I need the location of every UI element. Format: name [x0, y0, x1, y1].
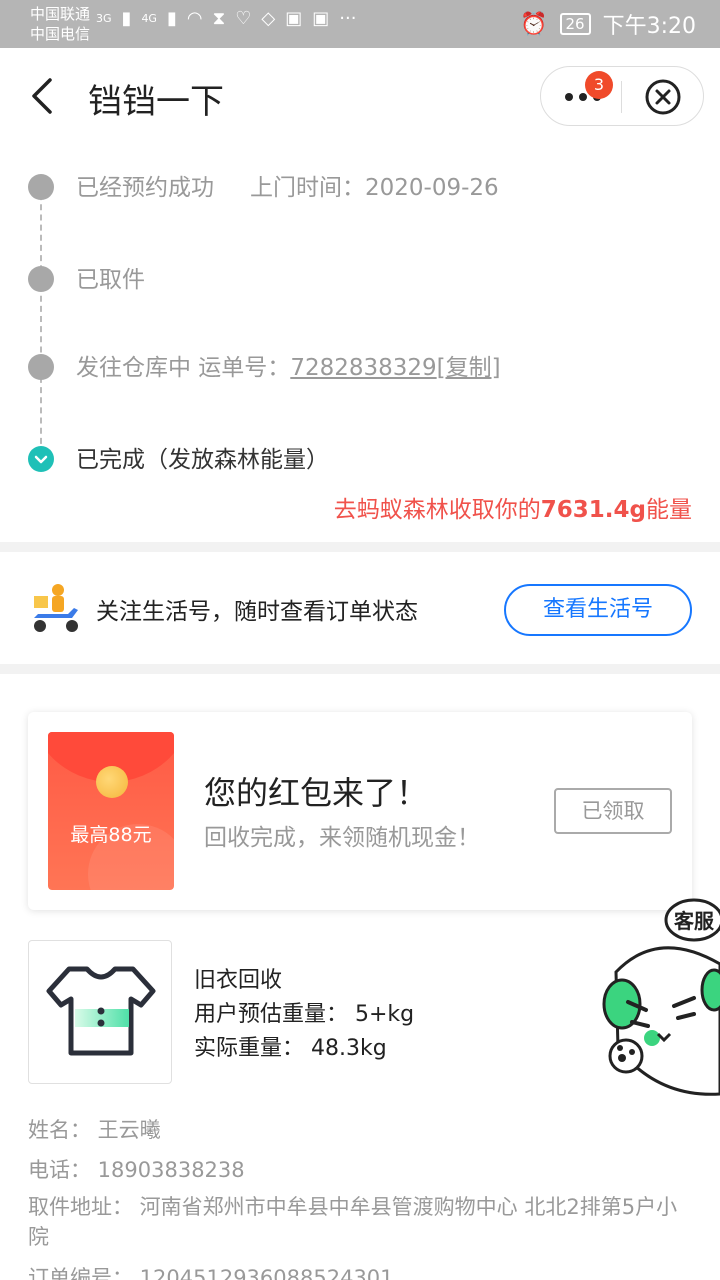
signal-icon-2: ▮ [166, 8, 177, 29]
visit-time-value: 2020-09-26 [365, 175, 499, 201]
step-label: 发往仓库中 运单号： [76, 355, 291, 381]
network-4g-label: 4G [141, 12, 157, 25]
forest-energy-link[interactable]: 去蚂蚁森林收取你的7631.4g能量 [334, 490, 692, 524]
capsule-divider [621, 81, 622, 113]
app-icon-2: ▣ [312, 8, 330, 29]
pickup-address: 取件地址： 河南省郑州市中牟县中牟县管渡购物中心 北北2排第5户小院 [28, 1195, 678, 1249]
red-envelope-image[interactable]: 最高88元 [48, 732, 174, 890]
close-icon[interactable] [643, 77, 683, 117]
customer-name: 姓名： 王云曦 [28, 1118, 161, 1142]
energy-amount: 7631.4g [540, 497, 646, 523]
item-category: 旧衣回收 [194, 968, 283, 993]
check-icon [28, 446, 54, 472]
step-label: 已经预约成功 [76, 175, 214, 201]
wifi-icon: ◠ [186, 8, 203, 29]
notification-badge: 3 [585, 71, 613, 99]
red-packet-card: 最高88元 您的红包来了！ 回收完成，来领随机现金！ 已领取 [28, 712, 692, 910]
claimed-button[interactable]: 已领取 [554, 788, 672, 834]
step-dot [28, 174, 54, 200]
step-label: 已取件 [76, 267, 145, 293]
carrier-info: 中国联通 中国电信 [30, 4, 90, 44]
carrier-1: 中国联通 [30, 5, 91, 23]
step-dot [28, 266, 54, 292]
alipay-icon: ◇ [261, 8, 276, 29]
network-3g-label: 3G [96, 12, 112, 25]
heart-icon: ♡ [235, 8, 252, 29]
copy-waybill-link[interactable]: [复制] [437, 355, 501, 381]
customer-phone: 电话： 18903838238 [28, 1158, 245, 1182]
step-picked-up: 已取件 [0, 256, 720, 296]
order-progress: 已经预约成功 上门时间：2020-09-26 已取件 发往仓库中 运单号：7282… [0, 144, 720, 542]
signal-icon-1: ▮ [121, 8, 132, 29]
cat-mascot-icon: 客服 [602, 898, 720, 1096]
service-label: 客服 [673, 909, 715, 933]
clock: 下午3:20 [602, 14, 696, 39]
nav-bar: 铛铛一下 3 [0, 48, 720, 144]
coin-icon [96, 766, 128, 798]
actual-weight: 实际重量： 48.3kg [194, 1036, 387, 1061]
hourglass-icon: ⧗ [212, 8, 226, 29]
waybill-number[interactable]: 7282838329 [290, 355, 436, 381]
status-right: ⏰ 26 下午3:20 [520, 8, 696, 40]
energy-prefix: 去蚂蚁森林收取你的 [333, 497, 541, 523]
step-shipping: 发往仓库中 运单号：7282838329[复制] [0, 344, 720, 384]
red-packet-title: 您的红包来了！ [204, 774, 429, 812]
estimated-weight: 用户预估重量： 5+kg [194, 1002, 415, 1027]
order-number: 订单编号： 1204512936088524301 [28, 1266, 394, 1280]
battery-icon: 26 [559, 13, 591, 35]
alarm-icon: ⏰ [520, 11, 548, 37]
step-label: 已完成（发放森林能量） [76, 447, 329, 473]
step-completed: 已完成（发放森林能量） [0, 436, 720, 476]
timeline-line [40, 184, 42, 454]
page-title: 铛铛一下 [88, 82, 224, 122]
carrier-2: 中国电信 [30, 25, 91, 43]
app-icon-1: ▣ [285, 8, 303, 29]
mini-app-capsule: 3 [540, 66, 704, 126]
envelope-max-amount: 最高88元 [70, 824, 152, 846]
step-booked: 已经预约成功 上门时间：2020-09-26 [0, 164, 720, 204]
more-notifications-icon: ··· [339, 8, 357, 29]
view-lifestyle-button[interactable]: 查看生活号 [504, 584, 692, 636]
energy-suffix: 能量 [646, 497, 692, 523]
step-dot [28, 354, 54, 380]
status-icons: 3G ▮ 4G ▮ ◠ ⧗ ♡ ◇ ▣ ▣ ··· [96, 8, 356, 29]
follow-description: 关注生活号，随时查看订单状态 [96, 599, 418, 625]
scooter-courier-icon [34, 584, 78, 632]
red-packet-subtitle: 回收完成，来领随机现金！ [204, 825, 480, 851]
visit-time-label: 上门时间： [250, 175, 365, 201]
follow-lifestyle-card: 关注生活号，随时查看订单状态 查看生活号 [0, 552, 720, 664]
back-icon[interactable] [28, 76, 60, 116]
tshirt-icon [46, 966, 156, 1056]
item-thumbnail [28, 940, 172, 1084]
customer-service-button[interactable]: 客服 [598, 898, 720, 1108]
status-bar: 中国联通 中国电信 3G ▮ 4G ▮ ◠ ⧗ ♡ ◇ ▣ ▣ ··· ⏰ 26… [0, 0, 720, 48]
